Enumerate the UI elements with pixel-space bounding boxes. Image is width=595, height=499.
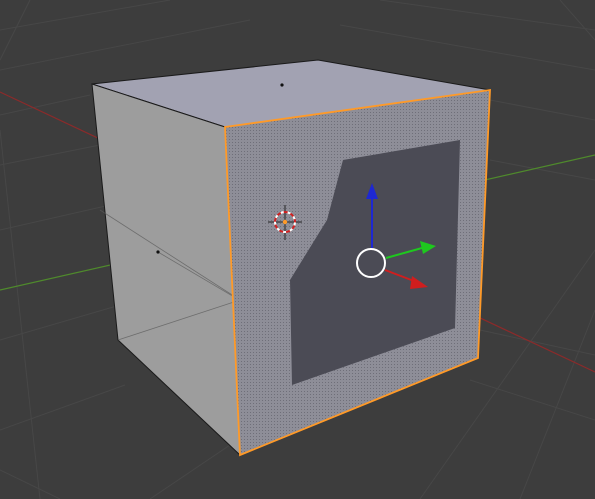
top-face-center-dot (280, 83, 284, 87)
cube-object[interactable] (91, 59, 491, 457)
cube-left-face[interactable] (91, 83, 241, 457)
left-face-center-dot (156, 250, 160, 254)
3d-viewport[interactable] (0, 0, 595, 499)
